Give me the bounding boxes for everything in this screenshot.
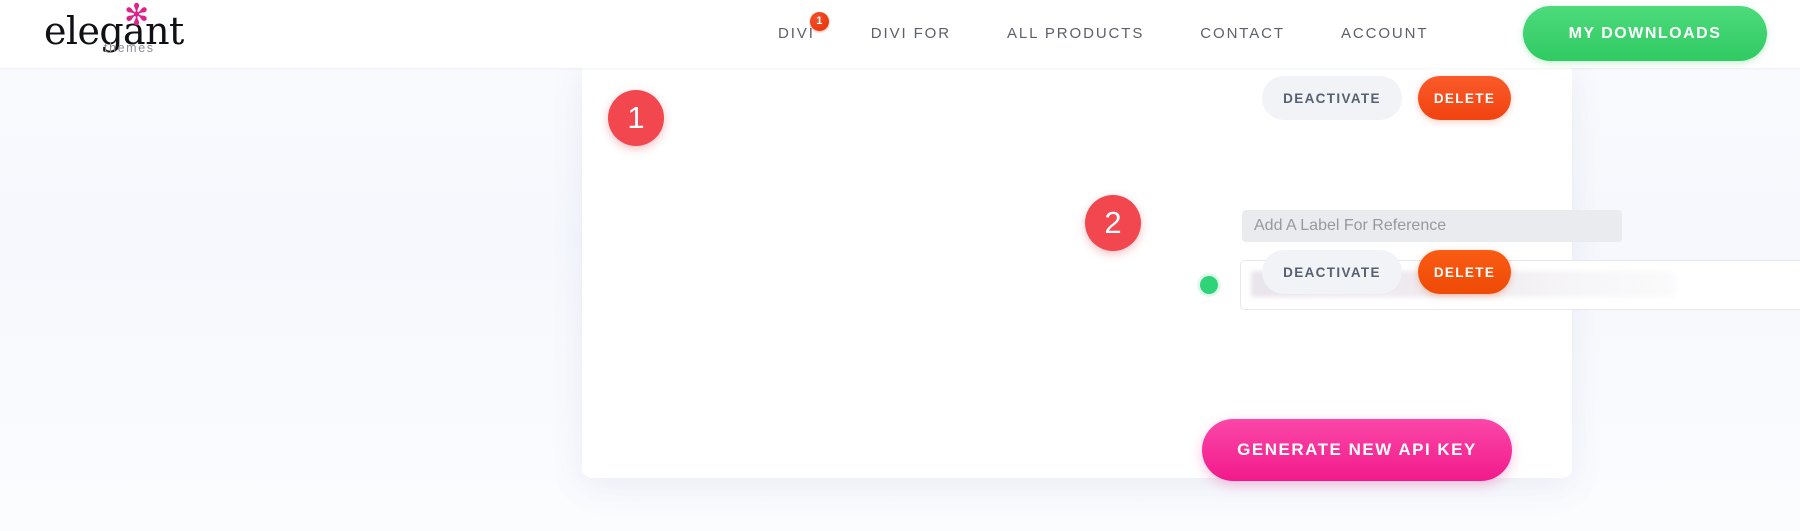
delete-button-1[interactable]: DELETE [1418,76,1511,120]
annotation-badge-2: 2 [1085,195,1141,251]
nav-item-label: ALL PRODUCTS [1006,25,1145,42]
nav-item-divi-for[interactable]: DIVI FOR [843,0,979,68]
api-key-card: DEACTIVATE DELETE DEACTIVATE DELETE GENE… [582,62,1800,481]
my-downloads-button[interactable]: MY DOWNLOADS [1523,6,1767,61]
nav-item-label: DIVI [778,25,815,42]
asterisk-icon: ✻ [124,0,150,33]
api-key-status-dot [1200,276,1218,294]
deactivate-button-1[interactable]: DEACTIVATE [1262,76,1402,120]
nav-item-all-products[interactable]: ALL PRODUCTS [979,0,1172,68]
annotation-badge-1: 1 [608,90,664,146]
nav-item-account[interactable]: ACCOUNT [1313,0,1456,68]
nav-item-label: ACCOUNT [1340,25,1429,42]
deactivate-button-2[interactable]: DEACTIVATE [1262,250,1402,294]
delete-button-2[interactable]: DELETE [1418,250,1511,294]
api-key-label-input[interactable] [1242,210,1622,242]
generate-new-api-key-button[interactable]: GENERATE NEW API KEY [1202,419,1512,481]
nav-item-label: CONTACT [1200,25,1285,42]
brand-subtitle-text: themes [104,41,155,55]
api-key-actions-second: DEACTIVATE DELETE [1262,250,1511,294]
page-root: elegant ✻ themes DIVI 1 DIVI FOR ALL PRO… [0,0,1800,531]
nav-item-label: DIVI FOR [870,25,951,42]
brand-logo[interactable]: elegant ✻ themes [44,0,234,62]
nav-notification-badge: 1 [809,12,829,31]
api-key-actions-top: DEACTIVATE DELETE [1262,76,1511,120]
site-header: elegant ✻ themes DIVI 1 DIVI FOR ALL PRO… [0,0,1800,68]
nav-item-contact[interactable]: CONTACT [1172,0,1313,68]
main-navigation: DIVI 1 DIVI FOR ALL PRODUCTS CONTACT ACC… [750,0,1456,68]
nav-item-divi[interactable]: DIVI 1 [750,0,843,68]
